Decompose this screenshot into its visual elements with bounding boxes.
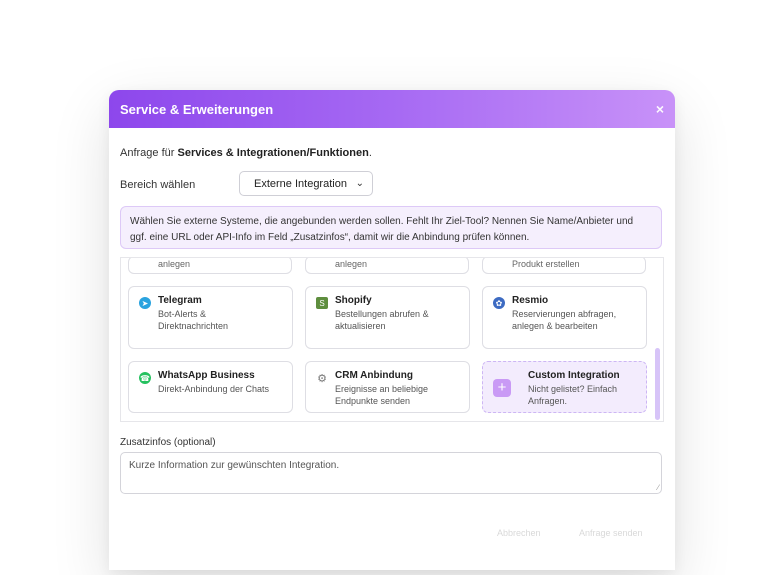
modal-header: Service & Erweiterungen × bbox=[109, 90, 675, 128]
shopify-icon: S bbox=[316, 297, 328, 309]
cancel-button[interactable]: Abbrechen bbox=[497, 528, 541, 538]
info-box: Wählen Sie externe Systeme, die angebund… bbox=[120, 206, 662, 249]
card-title: Telegram bbox=[158, 295, 202, 306]
integration-card-resmio[interactable]: ✿ Resmio Reservierungen abfragen, anlege… bbox=[482, 286, 647, 349]
telegram-icon: ➤ bbox=[139, 297, 151, 309]
card-title: Custom Integration bbox=[528, 370, 620, 381]
bereich-select-value: Externe Integration bbox=[254, 177, 347, 190]
submit-button[interactable]: Anfrage senden bbox=[579, 528, 643, 538]
zusatzinfos-textarea[interactable]: Kurze Information zur gewünschten Integr… bbox=[120, 452, 662, 494]
card-title: Resmio bbox=[512, 295, 549, 306]
integration-card-partial[interactable]: Produkt erstellen bbox=[482, 258, 646, 274]
resize-handle-icon[interactable]: ∕ bbox=[658, 483, 659, 492]
integration-card-telegram[interactable]: ➤ Telegram Bot-Alerts & Direktnachrichte… bbox=[128, 286, 293, 349]
card-title: WhatsApp Business bbox=[158, 370, 255, 381]
bereich-label: Bereich wählen bbox=[120, 179, 196, 191]
integration-card-crm[interactable]: ⚙ CRM Anbindung Ereignisse an beliebige … bbox=[305, 361, 470, 413]
card-desc: Ereignisse an beliebige Endpunkte senden bbox=[335, 384, 429, 406]
integration-card-whatsapp[interactable]: ☎ WhatsApp Business Direkt-Anbindung der… bbox=[128, 361, 293, 413]
card-desc: Produkt erstellen bbox=[512, 259, 580, 269]
integration-card-partial[interactable]: anlegen bbox=[128, 258, 292, 274]
card-desc: Nicht gelistet? Einfach Anfragen. bbox=[528, 384, 618, 406]
service-modal: Service & Erweiterungen × Anfrage für Se… bbox=[109, 90, 675, 570]
intro-suffix: . bbox=[368, 147, 372, 159]
card-desc: Bestellungen abrufen & aktualisieren bbox=[335, 309, 429, 331]
integration-card-custom[interactable]: + Custom Integration Nicht gelistet? Ein… bbox=[482, 361, 647, 413]
card-desc: anlegen bbox=[158, 259, 191, 269]
card-title: CRM Anbindung bbox=[335, 370, 413, 381]
scrollbar[interactable] bbox=[655, 348, 660, 420]
integration-card-partial[interactable]: anlegen bbox=[305, 258, 469, 274]
bereich-select[interactable]: Externe Integration ⌄ bbox=[239, 171, 373, 196]
modal-title: Service & Erweiterungen bbox=[120, 101, 274, 117]
intro-prefix: Anfrage für bbox=[120, 147, 178, 159]
resmio-icon: ✿ bbox=[493, 297, 505, 309]
close-button[interactable]: × bbox=[656, 101, 664, 117]
chevron-down-icon: ⌄ bbox=[355, 178, 364, 189]
intro-text: Anfrage für Services & Integrationen/Fun… bbox=[120, 147, 372, 159]
zusatzinfos-label: Zusatzinfos (optional) bbox=[120, 437, 216, 448]
card-desc: Bot-Alerts & Direktnachrichten bbox=[158, 309, 229, 331]
card-desc: Direkt-Anbindung der Chats bbox=[158, 384, 270, 394]
integration-card-shopify[interactable]: S Shopify Bestellungen abrufen & aktuali… bbox=[305, 286, 470, 349]
zusatzinfos-placeholder: Kurze Information zur gewünschten Integr… bbox=[129, 460, 340, 471]
card-desc: anlegen bbox=[335, 259, 368, 269]
card-desc: Reservierungen abfragen, anlegen & bearb… bbox=[512, 309, 617, 331]
gear-icon: ⚙ bbox=[316, 372, 328, 385]
whatsapp-icon: ☎ bbox=[139, 372, 151, 384]
plus-icon: + bbox=[493, 379, 511, 397]
card-title: Shopify bbox=[335, 295, 372, 306]
integration-grid[interactable]: anlegen anlegen Produkt erstellen ➤ Tele… bbox=[120, 257, 664, 422]
intro-bold: Services & Integrationen/Funktionen bbox=[177, 147, 369, 159]
